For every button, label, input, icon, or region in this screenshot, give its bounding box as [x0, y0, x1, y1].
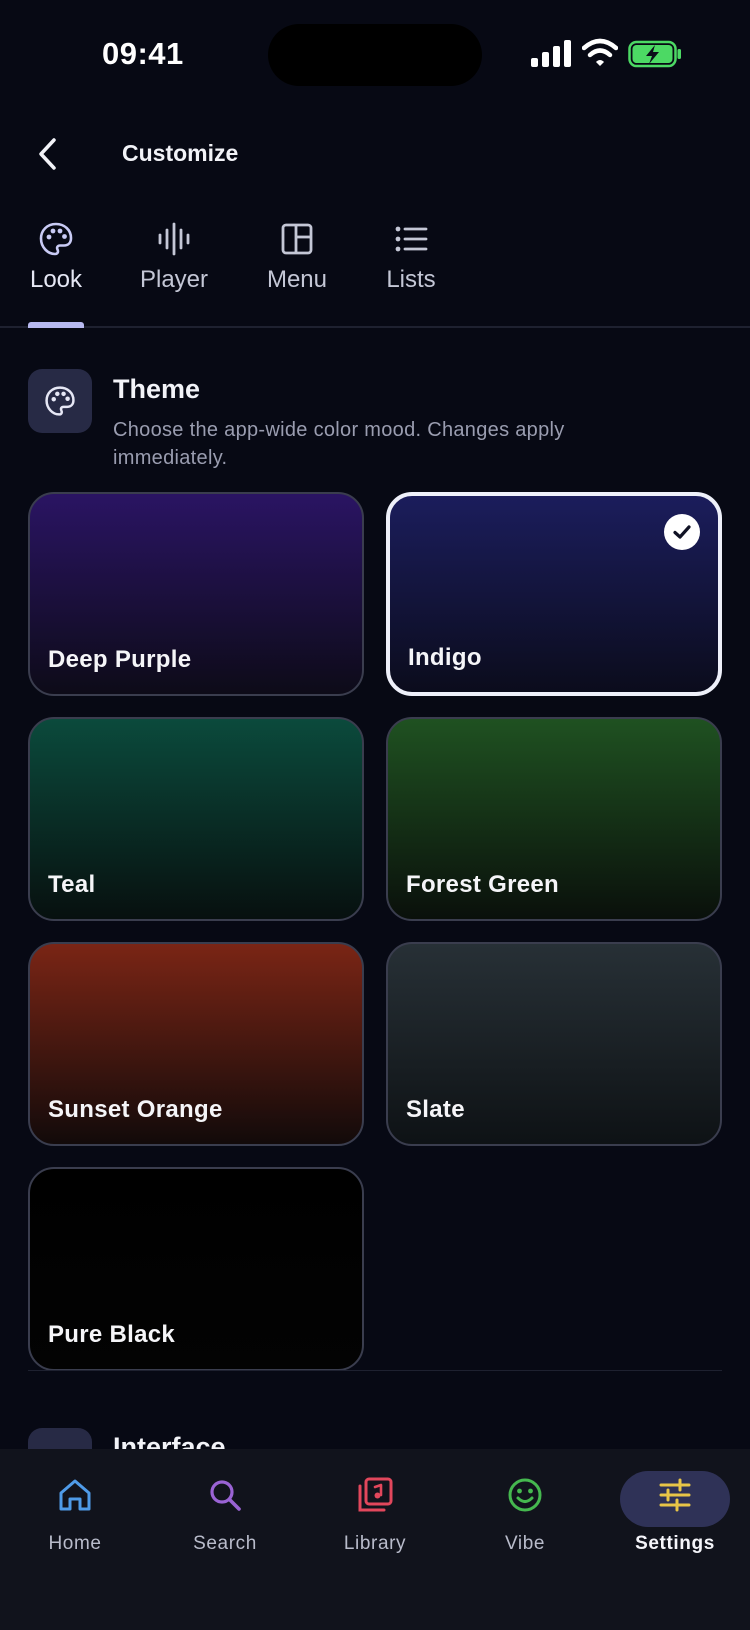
bottom-navigation: Home Search Library Vibe Settings — [0, 1449, 750, 1630]
theme-name: Slate — [406, 1096, 465, 1123]
tab-label: Lists — [386, 266, 436, 293]
tab-label: Menu — [266, 266, 328, 293]
nav-label: Settings — [635, 1533, 715, 1554]
layout-icon — [281, 223, 313, 255]
back-button[interactable] — [26, 132, 70, 176]
theme-card-pure-black[interactable]: Pure Black — [28, 1167, 364, 1371]
library-icon — [358, 1477, 393, 1512]
nav-label: Vibe — [504, 1533, 546, 1554]
waveform-icon — [158, 222, 190, 256]
nav-home[interactable]: Home — [15, 1449, 135, 1589]
section-title: Theme — [113, 374, 201, 404]
battery-icon — [628, 40, 681, 68]
theme-name: Deep Purple — [48, 646, 192, 673]
tab-player[interactable]: Player — [136, 220, 212, 326]
dynamic-island — [268, 24, 482, 86]
theme-name: Forest Green — [406, 871, 559, 898]
status-bar: 09:41 — [0, 0, 750, 110]
nav-label: Library — [343, 1533, 407, 1554]
selected-check-icon — [664, 514, 700, 550]
tab-label: Player — [139, 266, 209, 293]
theme-name: Pure Black — [48, 1321, 176, 1348]
chevron-left-icon — [39, 138, 56, 170]
tab-look[interactable]: Look — [20, 220, 92, 326]
theme-card-deep-purple[interactable]: Deep Purple — [28, 492, 364, 696]
section-description: Choose the app-wide color mood. Changes … — [113, 419, 565, 469]
theme-name: Sunset Orange — [48, 1096, 223, 1123]
list-icon — [395, 226, 428, 252]
tab-lists[interactable]: Lists — [378, 220, 444, 326]
nav-settings[interactable]: Settings — [615, 1449, 735, 1589]
status-time: 09:41 — [102, 36, 184, 71]
signal-icon — [531, 40, 571, 67]
home-icon — [59, 1479, 91, 1511]
tab-bar: Look Player Menu Lists — [0, 220, 750, 328]
nav-vibe[interactable]: Vibe — [465, 1449, 585, 1589]
section-divider — [28, 1370, 722, 1371]
tab-label: Look — [29, 266, 83, 293]
palette-icon — [45, 386, 75, 416]
palette-icon — [39, 222, 73, 256]
top-bar: Customize — [0, 120, 750, 190]
nav-search[interactable]: Search — [165, 1449, 285, 1589]
search-icon — [210, 1480, 241, 1511]
sliders-icon — [659, 1478, 691, 1512]
active-tab-indicator — [28, 322, 84, 328]
page-title: Customize — [122, 140, 239, 166]
nav-label: Home — [48, 1533, 102, 1554]
theme-card-slate[interactable]: Slate — [386, 942, 722, 1146]
theme-name: Teal — [48, 871, 96, 898]
theme-section-icon — [28, 369, 92, 433]
theme-name: Indigo — [408, 644, 482, 671]
theme-card-forest-green[interactable]: Forest Green — [386, 717, 722, 921]
theme-card-teal[interactable]: Teal — [28, 717, 364, 921]
wifi-icon — [582, 38, 618, 66]
nav-library[interactable]: Library — [315, 1449, 435, 1589]
theme-card-sunset-orange[interactable]: Sunset Orange — [28, 942, 364, 1146]
tab-menu[interactable]: Menu — [262, 220, 332, 326]
theme-card-indigo[interactable]: Indigo — [386, 492, 722, 696]
nav-label: Search — [193, 1533, 257, 1554]
smiley-icon — [508, 1478, 542, 1512]
